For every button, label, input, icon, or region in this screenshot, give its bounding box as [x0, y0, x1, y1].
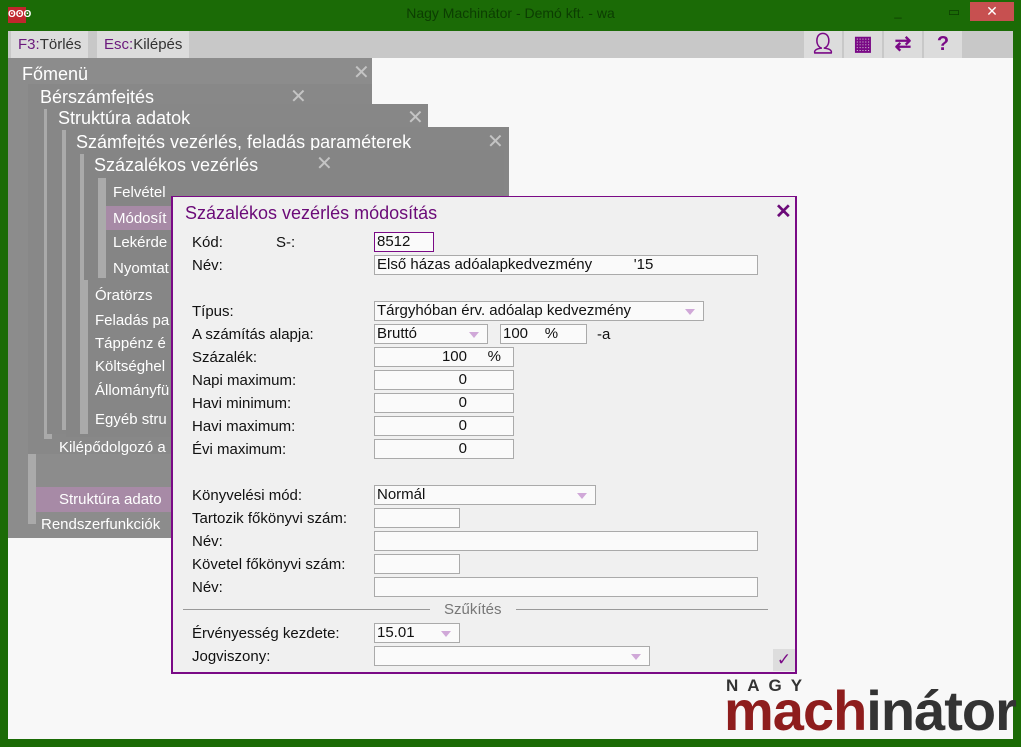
- szukites-heading: Szűkítés: [430, 601, 516, 618]
- minimize-button[interactable]: _: [880, 3, 916, 21]
- kod-label: Kód:: [192, 234, 223, 251]
- konyv-select[interactable]: Normál: [374, 485, 596, 505]
- swap-icon[interactable]: ⇄: [884, 31, 922, 58]
- title-bar: Nagy Machinátor - Demó kft. - wa: [0, 0, 1021, 30]
- havi-min-label: Havi minimum:: [192, 395, 292, 412]
- szazalek-input[interactable]: 100%: [374, 347, 514, 367]
- window-title: Nagy Machinátor - Demó kft. - wa: [406, 5, 615, 21]
- toolbar: F3:Törlés Esc:Kilépés 👤︎ ▦ ⇄ ?: [8, 31, 1013, 58]
- kovetel-input[interactable]: [374, 554, 460, 574]
- erv-label: Érvényesség kezdete:: [192, 625, 340, 642]
- user-icon[interactable]: 👤︎: [804, 31, 842, 58]
- tipus-label: Típus:: [192, 303, 234, 320]
- tartozik-input[interactable]: [374, 508, 460, 528]
- grid-icon[interactable]: ▦: [844, 31, 882, 58]
- konyv-label: Könyvelési mód:: [192, 487, 303, 504]
- tipus-select[interactable]: Tárgyhóban érv. adóalap kedvezmény: [374, 301, 704, 321]
- f3-label: Törlés: [39, 36, 82, 53]
- close-icon[interactable]: ✕: [775, 199, 792, 224]
- exit-button[interactable]: Esc:Kilépés: [97, 31, 190, 58]
- menu-item[interactable]: Állományfü: [95, 382, 169, 399]
- close-icon[interactable]: ✕: [316, 151, 333, 176]
- napi-max-label: Napi maximum:: [192, 372, 297, 389]
- menu-item-nyomtatas[interactable]: Nyomtat: [113, 260, 169, 277]
- esc-key: Esc:: [104, 36, 134, 53]
- alap-select[interactable]: Bruttó: [374, 324, 488, 344]
- erv-select[interactable]: 15.01: [374, 623, 460, 643]
- tartozik-nev-input[interactable]: [374, 531, 758, 551]
- maximize-button[interactable]: ▭: [936, 3, 972, 21]
- esc-label: Kilépés: [133, 36, 183, 53]
- struktura-title: Struktúra adatok: [58, 108, 191, 128]
- f3-key: F3:: [18, 36, 40, 53]
- app-logo-icon: ʘʘʘ: [8, 7, 31, 23]
- havi-max-label: Havi maximum:: [192, 418, 296, 435]
- main-menu-title: Főmenü: [22, 64, 89, 84]
- menu-item-modositas[interactable]: Módosít: [113, 210, 166, 227]
- menu-item[interactable]: Óratörzs: [95, 287, 153, 304]
- menu-item[interactable]: Táppénz é: [95, 335, 166, 352]
- menu-item[interactable]: Egyéb stru: [95, 411, 167, 428]
- percent-sign: %: [487, 348, 501, 365]
- kovetel-nev-label: Név:: [192, 579, 223, 596]
- havi-min-input[interactable]: 0: [374, 393, 514, 413]
- delete-button[interactable]: F3:Törlés: [11, 31, 89, 58]
- menu-item-rendszerfunkciok[interactable]: Rendszerfunkciók: [41, 516, 160, 533]
- alap-percent-input[interactable]: 100 %: [500, 324, 587, 344]
- menu-item-struktura-adatok[interactable]: Struktúra adato: [59, 491, 162, 508]
- confirm-check-button[interactable]: ✓: [773, 649, 795, 671]
- jogv-label: Jogviszony:: [192, 648, 271, 665]
- evi-max-label: Évi maximum:: [192, 441, 287, 458]
- kovetel-label: Követel főkönyvi szám:: [192, 556, 346, 573]
- close-icon[interactable]: ✕: [353, 60, 370, 85]
- kod-input[interactable]: 8512: [374, 232, 434, 252]
- menu-item-felvetel[interactable]: Felvétel: [113, 184, 166, 201]
- edit-dialog: Százalékos vezérlés módosítás ✕ Kód: S-:…: [171, 196, 797, 674]
- menu-item-kilepo[interactable]: Kilépődolgozó a: [59, 439, 166, 456]
- kovetel-nev-input[interactable]: [374, 577, 758, 597]
- logo-machinator: machinátor: [724, 679, 1017, 742]
- help-icon[interactable]: ?: [924, 31, 962, 58]
- menu-item[interactable]: Feladás pa: [95, 312, 169, 329]
- dialog-title: Százalékos vezérlés módosítás: [185, 203, 438, 223]
- menu-item[interactable]: Költséghel: [95, 358, 165, 375]
- jogv-select[interactable]: [374, 646, 650, 666]
- havi-max-input[interactable]: 0: [374, 416, 514, 436]
- tartozik-nev-label: Név:: [192, 533, 223, 550]
- szazalek-value: 100: [441, 348, 467, 365]
- nev-label: Név:: [192, 257, 223, 274]
- menu-item-lekerdezes[interactable]: Lekérde: [113, 234, 167, 251]
- szazalekos-title: Százalékos vezérlés: [94, 155, 259, 175]
- close-window-button[interactable]: ✕: [970, 2, 1014, 21]
- nev-input[interactable]: Első házas adóalapkedvezmény '15: [374, 255, 758, 275]
- alap-label: A számítás alapja:: [192, 326, 314, 343]
- tartozik-label: Tartozik főkönyvi szám:: [192, 510, 348, 527]
- alap-suffix: -a: [597, 326, 611, 343]
- napi-max-input[interactable]: 0: [374, 370, 514, 390]
- kod-prefix: S-:: [276, 234, 296, 251]
- evi-max-input[interactable]: 0: [374, 439, 514, 459]
- szazalek-label: Százalék:: [192, 349, 258, 366]
